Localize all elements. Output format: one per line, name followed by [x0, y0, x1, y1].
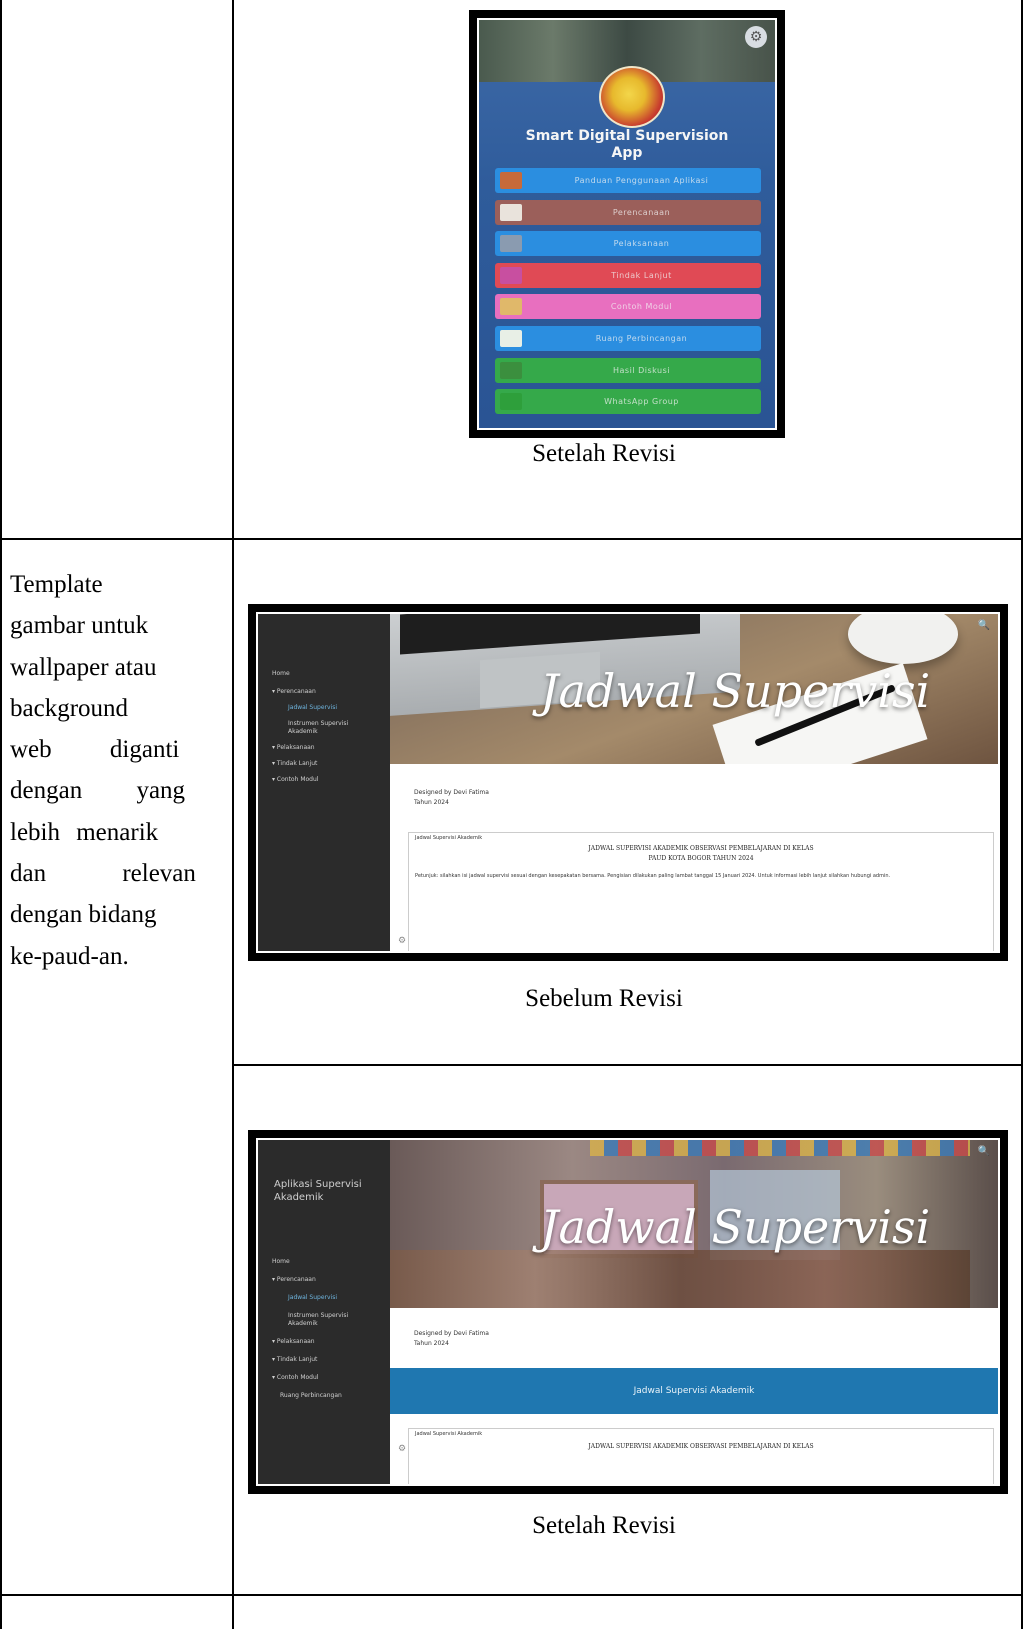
row-divider-2 [234, 1064, 1023, 1066]
table-border-left [0, 0, 2, 1629]
sidebar-item-contoh-modul[interactable]: ▾ Contoh Modul [272, 776, 318, 783]
sidebar-item-pelaksanaan[interactable]: ▾ Pelaksanaan [272, 744, 315, 751]
document-embed[interactable]: Jadwal Supervisi Akademik JADWAL SUPERVI… [408, 832, 994, 951]
app-title: Smart Digital Supervision App [479, 128, 775, 162]
menu-button[interactable]: Pelaksanaan [495, 231, 761, 257]
menu-button[interactable]: Contoh Modul [495, 294, 761, 320]
menu-button-label: Panduan Penggunaan Aplikasi [574, 176, 709, 185]
menu-button-label: Perencanaan [612, 207, 671, 217]
search-icon[interactable]: 🔍 [978, 1146, 990, 1157]
app-logo [599, 66, 665, 128]
menu-button[interactable]: Hasil Diskusi [495, 357, 761, 383]
module-icon [500, 298, 522, 316]
desc-line: wallpaper atau [10, 653, 157, 681]
doc-title-2: PAUD KOTA BOGOR TAHUN 2024 [648, 855, 754, 862]
settings-gear-icon[interactable]: ⚙ [745, 26, 767, 48]
doc-label: Jadwal Supervisi Akademik [415, 1431, 483, 1437]
menu-button-label: Contoh Modul [610, 302, 673, 312]
doc-body: Petunjuk: silahkan isi jadwal supervisi … [415, 873, 891, 879]
search-icon[interactable]: 🔍 [978, 620, 990, 631]
web-before-screen: Home ▾ Perencanaan Jadwal Supervisi Inst… [256, 612, 1000, 953]
site-brand: Aplikasi Supervisi Akademik [274, 1179, 362, 1203]
desc-line: dengan yang [10, 777, 186, 805]
doc-title-1: JADWAL SUPERVISI AKADEMIK OBSERVASI PEMB… [588, 845, 814, 852]
sidebar-item-jadwal[interactable]: Jadwal Supervisi [288, 1294, 337, 1301]
embed-settings-icon[interactable]: ⚙ [398, 1444, 406, 1454]
sidebar-item-instrumen[interactable]: Instrumen Supervisi Akademik [288, 720, 368, 736]
column-divider [232, 0, 234, 1629]
desc-line: gambar untuk [10, 612, 149, 640]
embed-settings-icon[interactable]: ⚙ [398, 936, 406, 946]
web-after-frame: Aplikasi Supervisi Akademik Home ▾ Peren… [248, 1130, 1008, 1494]
designed-by: Designed by Devi Fatima [414, 789, 489, 796]
designed-by: Designed by Devi Fatima [414, 1330, 489, 1337]
desc-line: ke-paud-an. [10, 942, 129, 970]
phone-screen: ⚙ Smart Digital Supervision App Panduan … [477, 18, 777, 430]
sidebar-item-instrumen[interactable]: Instrumen Supervisi Akademik [288, 1312, 368, 1328]
discussion-icon [500, 361, 522, 379]
desc-line: dengan bidang [10, 901, 157, 929]
hero-title: Jadwal Supervisi [540, 1200, 931, 1254]
classroom-bunting [590, 1140, 970, 1156]
caption-web-after: Setelah Revisi [532, 1512, 676, 1539]
document-embed[interactable]: Jadwal Supervisi Akademik JADWAL SUPERVI… [408, 1428, 994, 1484]
hero-title: Jadwal Supervisi [540, 664, 931, 718]
menu-button[interactable]: Ruang Perbincangan [495, 326, 761, 351]
menu-button[interactable]: Tindak Lanjut [495, 262, 761, 288]
year-text: Tahun 2024 [414, 1340, 449, 1347]
row-divider-1 [0, 538, 1023, 540]
sidebar-item-perencanaan[interactable]: ▾ Perencanaan [272, 688, 316, 695]
caption-web-before: Sebelum Revisi [525, 985, 683, 1012]
sidebar-item-jadwal[interactable]: Jadwal Supervisi [288, 704, 337, 711]
classroom-shelf [390, 1250, 970, 1308]
sidebar-item-contoh-modul[interactable]: ▾ Contoh Modul [272, 1374, 318, 1381]
follow-up-icon [500, 266, 522, 284]
planning-icon [500, 203, 522, 221]
menu-button[interactable]: Panduan Penggunaan Aplikasi [495, 168, 761, 193]
year-text: Tahun 2024 [414, 799, 449, 806]
desc-line: web diganti [10, 736, 180, 764]
app-title-line2: App [611, 145, 643, 161]
menu-button-label: Pelaksanaan [613, 239, 670, 249]
menu-button[interactable]: Perencanaan [495, 199, 761, 225]
desc-line: lebih menarik [10, 818, 159, 846]
section-banner: Jadwal Supervisi Akademik [390, 1368, 998, 1414]
desc-line: dan relevan [10, 860, 196, 888]
menu-button[interactable]: WhatsApp Group [495, 389, 761, 415]
implementation-icon [500, 235, 522, 253]
doc-label: Jadwal Supervisi Akademik [415, 835, 483, 841]
sidebar-item-home[interactable]: Home [272, 1258, 290, 1265]
desc-line: Template [10, 571, 103, 598]
app-title-line1: Smart Digital Supervision [525, 128, 729, 144]
sidebar-item-perencanaan[interactable]: ▾ Perencanaan [272, 1276, 316, 1283]
web-before-frame: Home ▾ Perencanaan Jadwal Supervisi Inst… [248, 604, 1008, 961]
menu-button-label: Hasil Diskusi [613, 365, 670, 375]
row-divider-3 [0, 1594, 1023, 1596]
caption-phone-after: Setelah Revisi [532, 440, 676, 467]
menu-button-label: Tindak Lanjut [611, 270, 672, 280]
sidebar-item-tindak-lanjut[interactable]: ▾ Tindak Lanjut [272, 760, 317, 767]
hero-image-classroom: Jadwal Supervisi 🔍 [390, 1140, 998, 1308]
sidebar-item-home[interactable]: Home [272, 670, 290, 677]
doc-title-1: JADWAL SUPERVISI AKADEMIK OBSERVASI PEMB… [588, 1443, 814, 1450]
desc-line: background [10, 694, 129, 722]
coffee-cup-photo [848, 614, 958, 664]
chat-room-icon [500, 330, 522, 347]
hero-image-laptop: Jadwal Supervisi 🔍 [390, 614, 998, 764]
sidebar-after: Aplikasi Supervisi Akademik Home ▾ Peren… [258, 1140, 390, 1484]
left-cell-description: Template gambar untuk wallpaper atau bac… [10, 564, 216, 977]
phone-screenshot-frame: ⚙ Smart Digital Supervision App Panduan … [469, 10, 785, 438]
sidebar-item-pelaksanaan[interactable]: ▾ Pelaksanaan [272, 1338, 315, 1345]
whatsapp-icon [500, 393, 522, 411]
sidebar-before: Home ▾ Perencanaan Jadwal Supervisi Inst… [258, 614, 390, 951]
sidebar-item-ruang-perbincangan[interactable]: Ruang Perbincangan [280, 1392, 342, 1399]
table-border-right [1021, 0, 1023, 1629]
menu-button-label: WhatsApp Group [604, 397, 679, 407]
book-icon [500, 172, 522, 189]
web-after-screen: Aplikasi Supervisi Akademik Home ▾ Peren… [256, 1138, 1000, 1486]
sidebar-item-tindak-lanjut[interactable]: ▾ Tindak Lanjut [272, 1356, 317, 1363]
menu-button-label: Ruang Perbincangan [595, 334, 688, 343]
